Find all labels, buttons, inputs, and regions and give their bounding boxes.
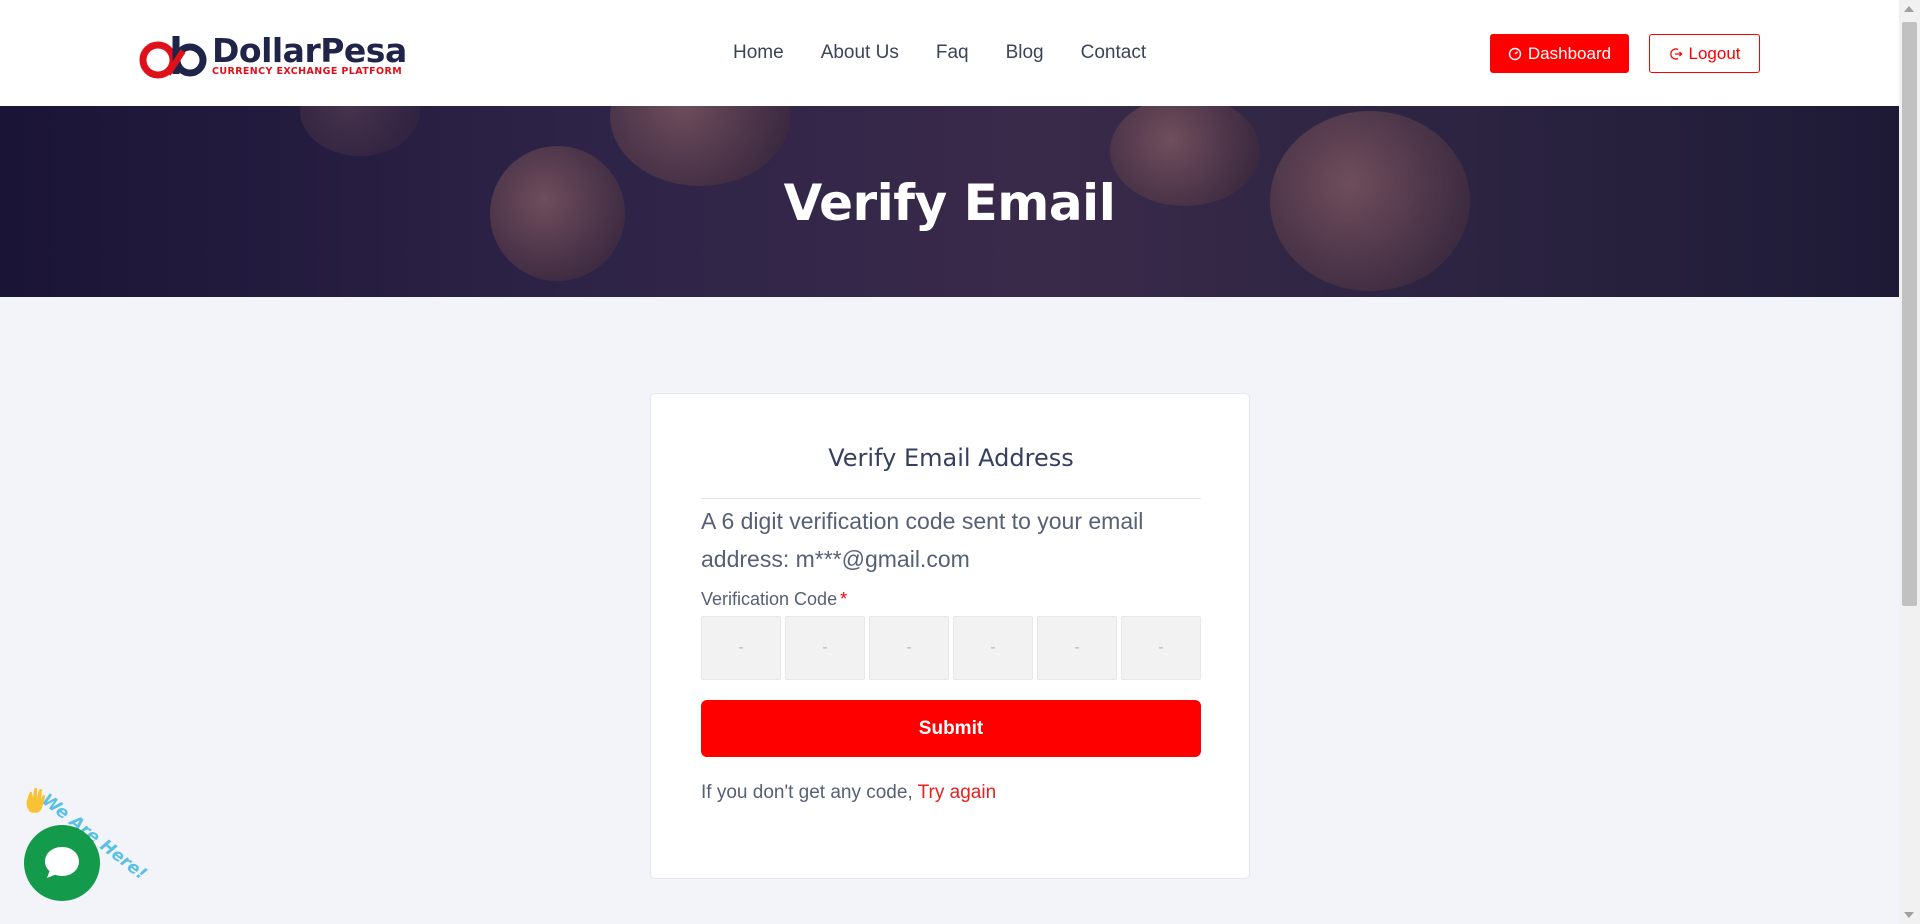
- code-digit-1[interactable]: -: [701, 616, 781, 680]
- coin-image: [300, 106, 420, 156]
- code-label-text: Verification Code: [701, 589, 838, 609]
- logo-name[interactable]: DollarPesa: [212, 31, 407, 70]
- card-title: Verify Email Address: [828, 444, 1074, 472]
- page-scrollbar[interactable]: [1899, 0, 1920, 924]
- page-banner: Verify Email: [0, 106, 1899, 297]
- dashboard-button[interactable]: Dashboard: [1490, 34, 1629, 73]
- nav-contact[interactable]: Contact: [1081, 42, 1146, 64]
- submit-button[interactable]: Submit: [701, 700, 1201, 757]
- code-digit-5[interactable]: -: [1037, 616, 1117, 680]
- nav-blog[interactable]: Blog: [1006, 42, 1044, 64]
- chat-bubble-icon: [45, 847, 79, 878]
- logout-button[interactable]: Logout: [1649, 34, 1760, 73]
- scroll-down-icon[interactable]: [1904, 912, 1914, 918]
- waving-hand-icon: [26, 787, 45, 813]
- required-mark: *: [840, 589, 848, 609]
- verify-card: Verify Email Address A 6 digit verificat…: [650, 393, 1250, 879]
- logo-tagline: CURRENCY EXCHANGE PLATFORM: [212, 66, 403, 77]
- scroll-up-icon[interactable]: [1904, 6, 1914, 12]
- code-digit-4[interactable]: -: [953, 616, 1033, 680]
- scrollbar-thumb[interactable]: [1902, 22, 1917, 606]
- verification-code-label: Verification Code *: [701, 589, 847, 610]
- nav-about-us[interactable]: About Us: [821, 42, 899, 64]
- dashboard-label: Dashboard: [1527, 43, 1612, 63]
- try-again-link[interactable]: Try again: [918, 782, 997, 803]
- logout-label: Logout: [1688, 43, 1741, 63]
- gauge-icon: [1508, 47, 1522, 60]
- resend-prompt: If you don't get any code,: [701, 782, 913, 803]
- nav-home[interactable]: Home: [733, 42, 784, 64]
- verification-code-inputs: - - - - - -: [701, 616, 1201, 680]
- nav-faq[interactable]: Faq: [936, 42, 969, 64]
- divider: [701, 498, 1201, 499]
- main-nav: Home About Us Faq Blog Contact: [733, 42, 1183, 64]
- code-digit-3[interactable]: -: [869, 616, 949, 680]
- logout-icon: [1669, 47, 1682, 60]
- code-digit-2[interactable]: -: [785, 616, 865, 680]
- site-header: DollarPesa CURRENCY EXCHANGE PLATFORM Ho…: [0, 0, 1899, 106]
- verification-description: A 6 digit verification code sent to your…: [701, 508, 1144, 572]
- resend-text: If you don't get any code, Try again: [701, 782, 996, 804]
- page-title: Verify Email: [783, 174, 1116, 232]
- code-digit-6[interactable]: -: [1121, 616, 1201, 680]
- chat-button[interactable]: [24, 825, 100, 901]
